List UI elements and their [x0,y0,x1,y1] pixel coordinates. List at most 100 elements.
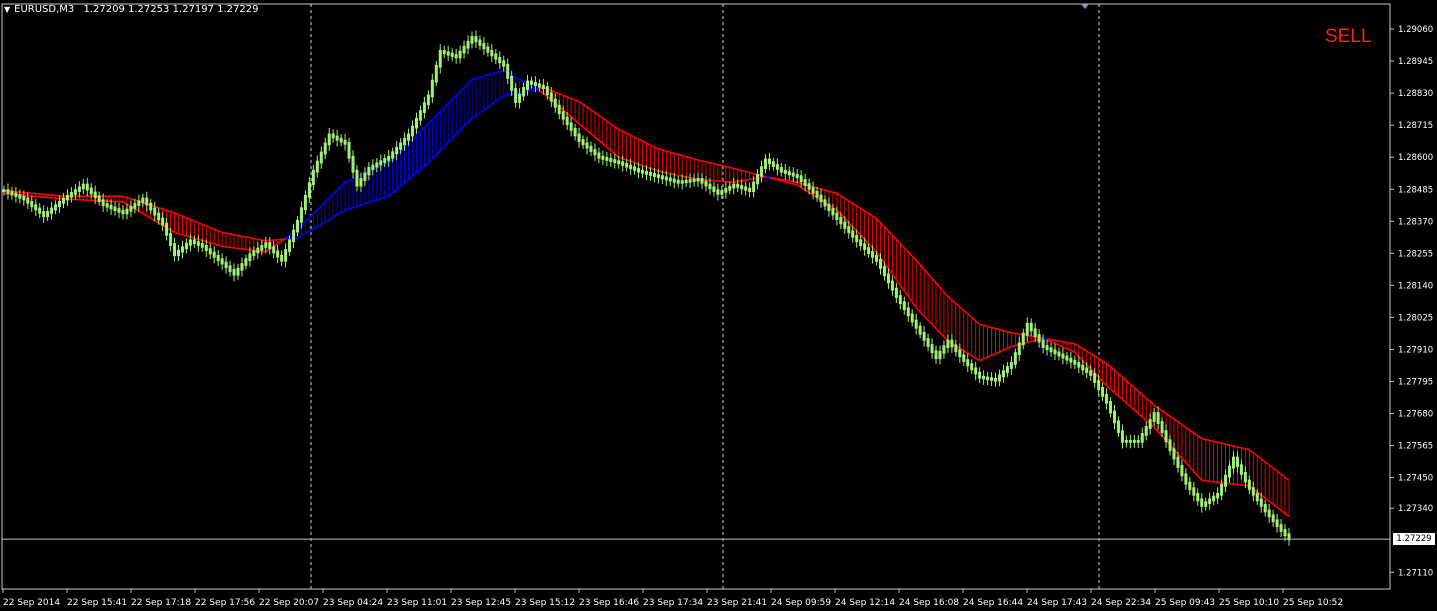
price-candle-body [347,141,351,159]
ribbon-slow-line [887,230,893,236]
ribbon-fast-line [198,238,203,242]
price-candle-body [1279,524,1283,532]
price-candle-body [470,36,474,44]
price-candle-body [585,142,589,149]
ribbon-slow-line [1007,330,1012,334]
price-candle-body [204,244,208,252]
ribbon-slow-line [1264,461,1270,466]
ribbon-fast-line [852,226,858,232]
price-candle-body [720,189,724,195]
ribbon-slow-line [939,286,945,293]
ribbon-slow-line [1070,342,1075,345]
ribbon-slow-line [1121,376,1127,382]
x-axis-tick-label: 24 Sep 22:34 [1091,598,1151,608]
ribbon-slow-line [1217,441,1222,444]
price-candle-body [1037,334,1041,343]
price-candle-body [276,250,280,258]
ribbon-fast-line [983,356,988,360]
ribbon-fast-line [602,143,608,148]
price-candle-body [1176,456,1180,468]
ribbon-fast-line [638,163,643,167]
ribbon-slow-line [178,213,183,217]
price-candle-body [133,203,137,209]
price-candle-body [141,197,145,204]
price-candle-body [847,226,851,234]
ribbon-slow-line [1268,464,1274,469]
ribbon-fast-line [539,90,544,94]
ribbon-slow-line [697,159,703,162]
ribbon-fast-line [662,171,667,174]
price-candle-body [938,350,942,360]
ribbon-slow-line [1252,452,1258,457]
ribbon-slow-line [931,277,937,284]
y-axis-tick-label: 1.28140 [1398,281,1433,291]
shift-marker-icon[interactable] [1081,4,1089,9]
price-candle-body [454,54,458,59]
ribbon-fast-line [689,177,695,180]
ribbon-slow-line [312,225,318,230]
price-candle-body [407,133,411,141]
price-candle-body [180,246,184,253]
ribbon-fast-line [923,315,929,321]
price-candle-body [117,208,121,213]
ribbon-slow-line [1011,331,1016,335]
price-candle-body [145,197,149,206]
dropdown-triangle-icon[interactable]: ▼ [4,5,10,14]
ribbon-fast-line [142,212,148,217]
y-axis-tick-label: 1.27110 [1398,568,1433,578]
ribbon-slow-line [1082,348,1088,352]
ribbon-slow-line [360,203,366,206]
price-candle-body [974,367,978,375]
x-axis-tick-label: 24 Sep 17:43 [1027,598,1087,608]
price-candle-body [58,200,62,208]
ribbon-slow-line [1157,407,1163,412]
ribbon-fast-line [606,146,612,152]
price-candle-body [42,210,46,218]
ribbon-fast-line [626,159,631,163]
chart-plot-area[interactable]: 22 Sep 2014 22 Sep 15:41 22 Sep 17:18 22 Se… [0,0,1437,611]
ribbon-slow-line [257,238,262,241]
ribbon-fast-line [1129,405,1135,411]
symbol-info-bar: ▼ EURUSD,M3 1.27209 1.27253 1.27197 1.272… [4,4,258,15]
ribbon-fast-line [475,76,481,79]
price-candle-body [1033,328,1037,337]
ribbon-slow-line [725,165,730,169]
ribbon-slow-line [963,309,969,315]
ribbon-slow-line [198,221,203,226]
price-candle-body [823,199,827,207]
price-candle-body [22,195,26,201]
ribbon-slow-line [316,223,322,228]
price-candle-body [1101,387,1105,397]
ribbon-fast-line [443,102,449,109]
ribbon-fast-line [919,311,925,317]
ribbon-fast-line [614,153,620,158]
ribbon-fast-line [304,217,310,223]
price-candle-body [660,175,664,180]
price-candle-body [910,313,914,323]
price-candle-body [1105,394,1109,404]
ribbon-slow-line [566,96,572,100]
ribbon-fast-line [598,139,604,145]
price-candle-body [954,344,958,353]
price-candle-body [383,158,387,164]
ribbon-fast-line [1070,349,1076,353]
y-axis-tick-label: 1.28945 [1398,57,1433,67]
ribbon-slow-line [1090,352,1096,357]
ribbon-slow-line [427,158,433,164]
price-candle-body [97,195,101,203]
ribbon-fast-line [210,242,215,245]
ribbon-fast-line [1189,466,1195,473]
ribbon-fast-line [666,172,671,175]
ribbon-slow-line [749,171,754,175]
ribbon-slow-line [689,157,695,160]
price-candle-body [1259,498,1263,507]
ribbon-slow-line [1094,355,1100,360]
price-candle-body [54,204,58,211]
price-candle-body [73,189,77,195]
price-chart[interactable]: 22 Sep 2014 22 Sep 15:41 22 Sep 17:18 22 Se… [0,0,1437,611]
ribbon-slow-line [237,234,243,238]
price-candle-body [537,83,541,88]
ribbon-fast-line [174,231,179,235]
price-candle-body [514,88,518,103]
ribbon-fast-line [261,250,266,253]
